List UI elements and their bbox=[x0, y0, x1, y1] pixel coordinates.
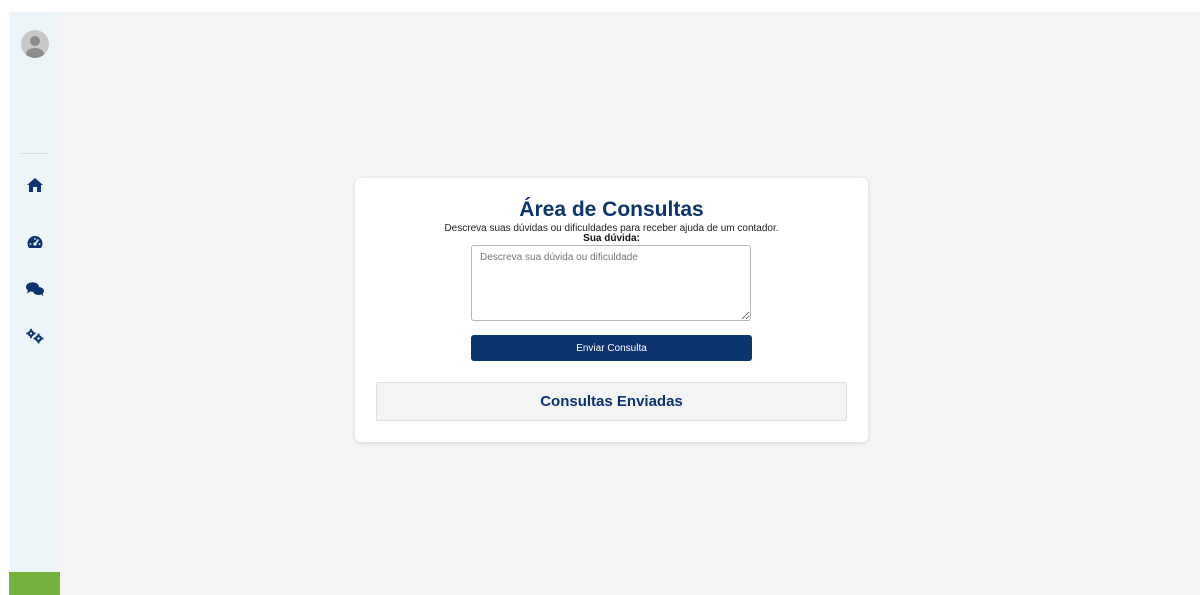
send-consultation-button[interactable]: Enviar Consulta bbox=[471, 335, 752, 361]
sidebar-bottom-bar bbox=[9, 572, 60, 595]
sent-consultations-panel[interactable]: Consultas Enviadas bbox=[376, 382, 847, 421]
home-icon[interactable] bbox=[25, 175, 45, 195]
consultation-card: Área de Consultas Descreva suas dúvidas … bbox=[355, 178, 868, 442]
settings-icon[interactable] bbox=[25, 326, 45, 346]
app-frame: Área de Consultas Descreva suas dúvidas … bbox=[9, 12, 1200, 595]
sidebar bbox=[9, 12, 60, 595]
chat-icon[interactable] bbox=[25, 279, 45, 299]
question-input[interactable] bbox=[471, 245, 751, 321]
dashboard-icon[interactable] bbox=[25, 232, 45, 252]
user-avatar-icon[interactable] bbox=[21, 30, 49, 58]
sent-consultations-title: Consultas Enviadas bbox=[540, 393, 683, 410]
question-label: Sua dúvida: bbox=[583, 233, 640, 244]
page-title: Área de Consultas bbox=[519, 198, 704, 221]
sidebar-divider bbox=[21, 153, 48, 154]
